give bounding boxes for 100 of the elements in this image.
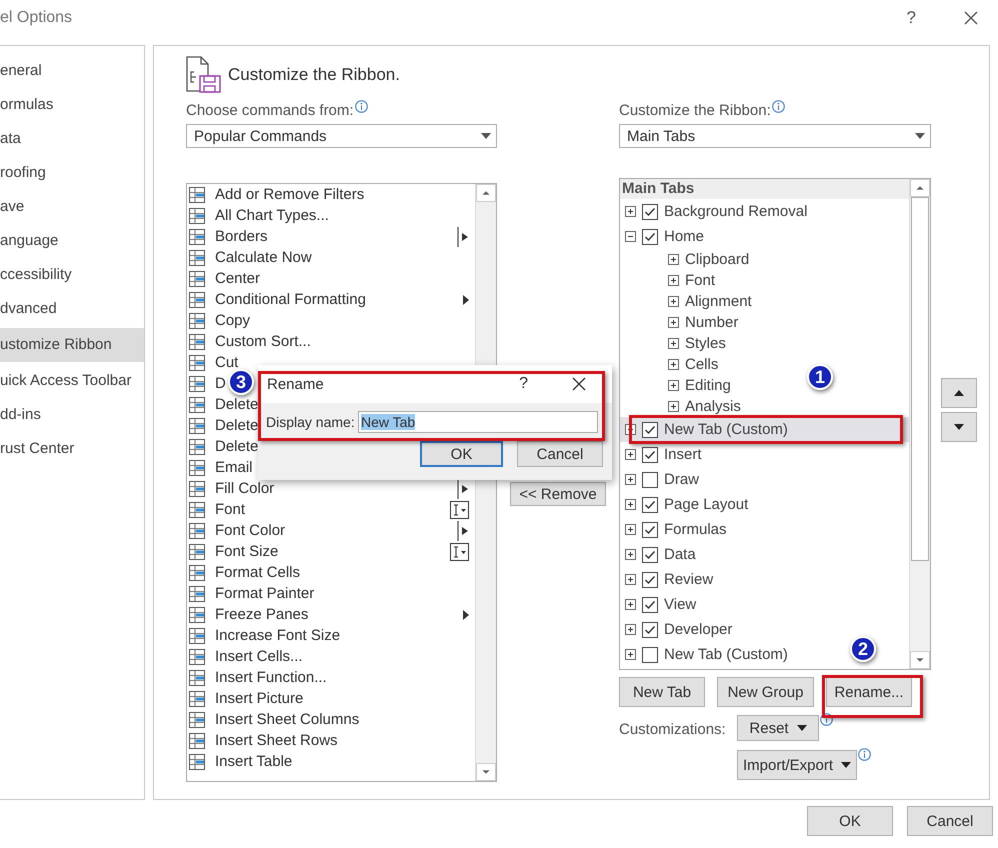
new-group-button[interactable]: New Group [717, 677, 814, 707]
tree-row[interactable]: Home [620, 224, 708, 249]
sidebar-item[interactable]: eneral [0, 54, 144, 88]
expander-icon[interactable] [625, 499, 636, 510]
scroll-up-icon[interactable] [476, 184, 496, 202]
group-label[interactable]: Alignment [685, 293, 752, 310]
group-label[interactable]: Number [685, 314, 738, 331]
expander-icon[interactable] [668, 296, 679, 307]
command-item[interactable]: Conditional Formatting [215, 291, 462, 308]
command-item[interactable]: Font Size [215, 543, 450, 560]
ok-button[interactable]: OK [420, 441, 503, 467]
command-item[interactable]: Custom Sort... [215, 333, 475, 350]
close-icon[interactable] [572, 377, 586, 391]
command-item[interactable]: Center [215, 270, 475, 287]
checkbox[interactable] [642, 522, 658, 538]
command-item[interactable]: Borders [215, 228, 457, 245]
expander-icon[interactable] [625, 649, 636, 660]
tree-row[interactable]: Insert [620, 442, 706, 467]
checkbox[interactable] [642, 472, 658, 488]
scroll-down-icon[interactable] [910, 651, 930, 669]
scroll-down-icon[interactable] [476, 763, 496, 781]
command-item[interactable]: Fill Color [215, 480, 457, 497]
tree-row[interactable]: View [620, 592, 700, 617]
tree-row[interactable]: New Tab (Custom) [620, 417, 909, 442]
rename-button[interactable]: Rename... [826, 677, 912, 707]
command-item[interactable]: Format Painter [215, 585, 475, 602]
expander-icon[interactable] [625, 624, 636, 635]
help-button[interactable]: ? [906, 8, 916, 28]
scroll-up-icon[interactable] [910, 179, 930, 197]
display-name-field[interactable]: New Tab [358, 411, 598, 433]
tree-row[interactable]: Background Removal [620, 199, 812, 224]
expander-icon[interactable] [668, 401, 679, 412]
expander-icon[interactable] [668, 380, 679, 391]
command-item[interactable]: Insert Function... [215, 669, 475, 686]
command-item[interactable]: All Chart Types... [215, 207, 475, 224]
scroll-thumb[interactable] [911, 197, 929, 561]
expander-icon[interactable] [625, 599, 636, 610]
tree-row[interactable]: Developer [620, 617, 736, 642]
group-label[interactable]: Clipboard [685, 251, 750, 268]
group-label[interactable]: Analysis [685, 398, 741, 415]
checkbox[interactable] [642, 496, 658, 512]
checkbox[interactable] [642, 646, 658, 662]
checkbox[interactable] [642, 422, 658, 438]
expander-icon[interactable] [625, 206, 636, 217]
tree-row[interactable]: New Tab (Custom) [620, 642, 792, 667]
checkbox[interactable] [642, 546, 658, 562]
group-label[interactable]: Styles [685, 335, 726, 352]
command-item[interactable]: Insert Sheet Rows [215, 732, 475, 749]
group-label[interactable]: Cells [685, 356, 718, 373]
command-item[interactable]: Font Color [215, 522, 457, 539]
expander-icon[interactable] [625, 474, 636, 485]
sidebar-item[interactable]: ccessibility [0, 258, 144, 292]
command-item[interactable]: Insert Sheet Columns [215, 711, 475, 728]
group-label[interactable]: Font [685, 272, 716, 289]
checkbox[interactable] [642, 228, 658, 244]
sidebar-item[interactable]: ustomize Ribbon [0, 328, 144, 362]
sidebar-item[interactable]: ata [0, 122, 144, 156]
command-item[interactable]: Add or Remove Filters [215, 186, 475, 203]
command-item[interactable]: Insert Table [215, 753, 475, 770]
command-item[interactable]: Font [215, 501, 450, 518]
sidebar-item[interactable]: rust Center [0, 432, 144, 466]
expander-icon[interactable] [625, 449, 636, 460]
tree-row[interactable]: Review [620, 567, 718, 592]
command-item[interactable]: Freeze Panes [215, 606, 462, 623]
tree-row[interactable]: Formulas [620, 517, 731, 542]
move-down-button[interactable] [941, 412, 977, 442]
sidebar-item[interactable]: dd-ins [0, 398, 144, 432]
expander-icon[interactable] [668, 338, 679, 349]
command-item[interactable]: Insert Cells... [215, 648, 475, 665]
expander-icon[interactable] [625, 231, 636, 242]
sidebar-item[interactable]: ave [0, 190, 144, 224]
cancel-button[interactable]: Cancel [907, 806, 993, 836]
command-item[interactable]: Insert Picture [215, 690, 475, 707]
checkbox[interactable] [642, 622, 658, 638]
expander-icon[interactable] [668, 317, 679, 328]
import-export-button[interactable]: Import/Export [737, 750, 857, 780]
group-label[interactable]: Editing [685, 377, 731, 394]
checkbox[interactable] [642, 204, 658, 220]
sidebar-item[interactable]: roofing [0, 156, 144, 190]
checkbox[interactable] [642, 596, 658, 612]
expander-icon[interactable] [625, 524, 636, 535]
expander-icon[interactable] [668, 275, 679, 286]
sidebar-item[interactable]: ormulas [0, 88, 144, 122]
sidebar-item[interactable]: anguage [0, 224, 144, 258]
sidebar-item[interactable]: uick Access Toolbar [0, 364, 144, 398]
tree-row[interactable]: Data [620, 542, 700, 567]
move-up-button[interactable] [941, 378, 977, 408]
commands-dropdown[interactable]: Popular Commands [186, 124, 497, 148]
scrollbar[interactable] [909, 179, 930, 669]
expander-icon[interactable] [668, 359, 679, 370]
reset-button[interactable]: Reset [737, 715, 819, 741]
cancel-button[interactable]: Cancel [517, 441, 603, 467]
ribbon-dropdown[interactable]: Main Tabs [619, 124, 931, 148]
command-item[interactable]: Calculate Now [215, 249, 475, 266]
help-button[interactable]: ? [519, 375, 528, 393]
expander-icon[interactable] [668, 254, 679, 265]
command-item[interactable]: Copy [215, 312, 475, 329]
command-item[interactable]: Format Cells [215, 564, 475, 581]
tree-row[interactable]: Page Layout [620, 492, 752, 517]
checkbox[interactable] [642, 446, 658, 462]
